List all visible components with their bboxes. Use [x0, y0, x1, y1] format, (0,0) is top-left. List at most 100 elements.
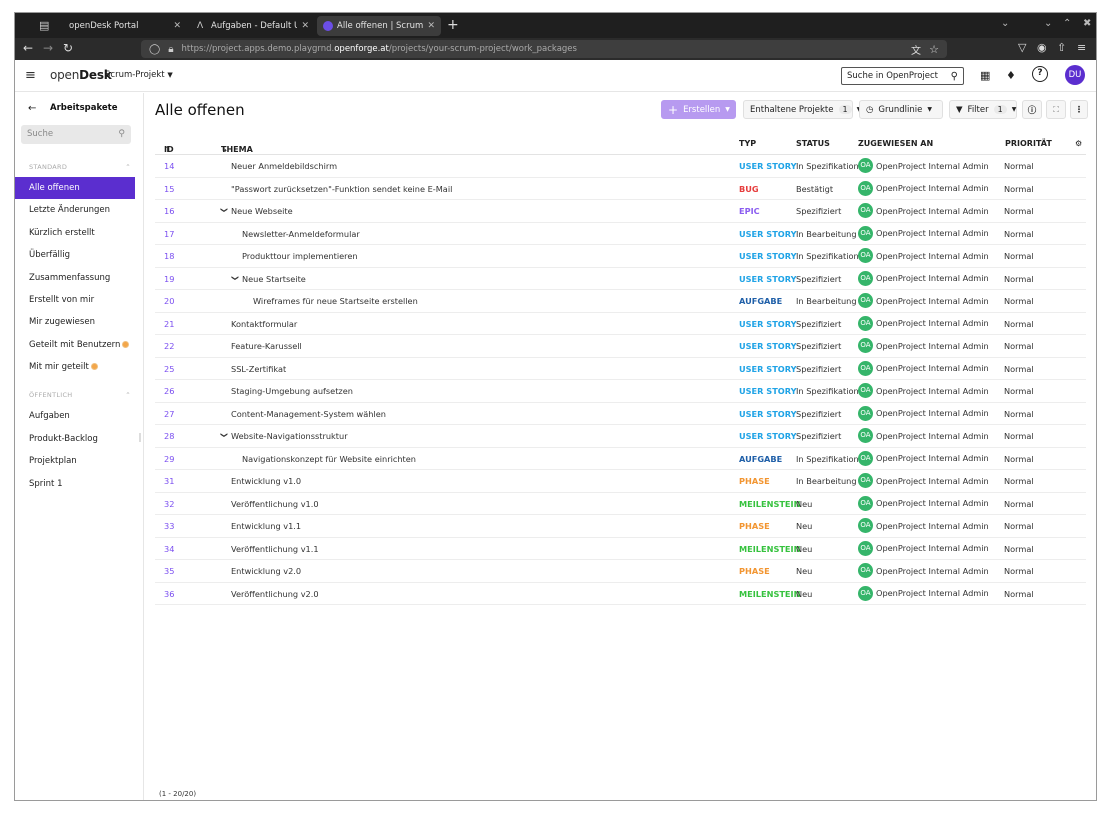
sidebar-item-projektplan[interactable]: Projektplan: [15, 450, 135, 472]
chevron-up-icon[interactable]: ⌃: [125, 391, 131, 399]
sidebar-item-ueberfaellig[interactable]: Überfällig: [15, 244, 135, 266]
filter-button[interactable]: ▼ Filter 1 ▼: [949, 100, 1017, 119]
reload-icon[interactable]: ↻: [63, 41, 73, 55]
work-package-subject[interactable]: Veröffentlichung v1.1: [231, 544, 319, 554]
work-package-subject[interactable]: Neue Webseite: [231, 206, 293, 216]
work-package-assignee[interactable]: OA OpenProject Internal Admin: [858, 405, 989, 421]
back-icon[interactable]: ←: [23, 41, 33, 55]
tab-list-icon[interactable]: ⌄: [1001, 18, 1009, 29]
work-package-subject[interactable]: Kontaktformular: [231, 319, 297, 329]
work-package-status[interactable]: In Bearbeitung: [796, 229, 857, 239]
more-options-button[interactable]: ⋮: [1070, 100, 1088, 119]
work-package-priority[interactable]: Normal: [1004, 521, 1034, 531]
work-package-subject[interactable]: Produkttour implementieren: [242, 251, 358, 261]
column-header-priority[interactable]: PRIORITÄT: [1005, 139, 1052, 148]
forward-icon[interactable]: →: [43, 41, 53, 55]
work-package-subject[interactable]: Newsletter-Anmeldeformular: [242, 229, 360, 239]
work-package-subject[interactable]: Navigationskonzept für Website einrichte…: [242, 454, 416, 464]
work-package-subject[interactable]: Website-Navigationsstruktur: [231, 431, 348, 441]
work-package-id-link[interactable]: 14: [164, 161, 174, 171]
sidebar-item-kuerzlich-erstellt[interactable]: Kürzlich erstellt: [15, 222, 135, 244]
work-package-priority[interactable]: Normal: [1004, 544, 1034, 554]
work-package-assignee[interactable]: OA OpenProject Internal Admin: [858, 450, 989, 466]
project-switcher[interactable]: Scrum-Projekt ▼: [105, 70, 173, 80]
work-package-subject[interactable]: Content-Management-System wählen: [231, 409, 386, 419]
table-row[interactable]: 18 Produkttour implementieren USER STORY In…: [155, 245, 1086, 268]
table-row[interactable]: 28 ❯ Website-Navigationsstruktur USER STORY…: [155, 425, 1086, 448]
work-package-assignee[interactable]: OA OpenProject Internal Admin: [858, 315, 989, 331]
work-package-priority[interactable]: Normal: [1004, 431, 1034, 441]
work-package-status[interactable]: Spezifiziert: [796, 409, 841, 419]
work-package-status[interactable]: In Spezifikation: [796, 251, 859, 261]
work-package-id-link[interactable]: 19: [164, 274, 174, 284]
tab-aufgaben[interactable]: Λ Aufgaben - Default User - ( ✕: [191, 16, 315, 36]
work-package-subject[interactable]: Veröffentlichung v1.0: [231, 499, 319, 509]
work-package-status[interactable]: In Spezifikation: [796, 161, 859, 171]
chevron-down-icon[interactable]: ❯: [220, 207, 228, 213]
work-package-status[interactable]: Spezifiziert: [796, 341, 841, 351]
sidebar-item-aufgaben[interactable]: Aufgaben: [15, 405, 135, 427]
work-package-priority[interactable]: Normal: [1004, 454, 1034, 464]
work-package-priority[interactable]: Normal: [1004, 274, 1034, 284]
work-package-assignee[interactable]: OA OpenProject Internal Admin: [858, 338, 989, 353]
chevron-up-icon[interactable]: ⌃: [125, 163, 131, 171]
app-grid-icon[interactable]: ▦: [980, 69, 990, 82]
sidebar-item-geteilt-mit-benutzern[interactable]: Geteilt mit Benutzern: [15, 334, 135, 356]
work-package-status[interactable]: Neu: [796, 544, 812, 554]
work-package-assignee[interactable]: OA OpenProject Internal Admin: [858, 158, 989, 173]
work-package-assignee[interactable]: OA OpenProject Internal Admin: [858, 225, 989, 241]
table-row[interactable]: 33 Entwicklung v1.1 PHASE Neu OA OpenProject …: [155, 515, 1086, 538]
work-package-assignee[interactable]: OA OpenProject Internal Admin: [858, 203, 989, 218]
table-row[interactable]: 22 Feature-Karussell USER STORY Spezifizier…: [155, 335, 1086, 358]
column-header-status[interactable]: STATUS: [796, 139, 830, 148]
work-package-priority[interactable]: Normal: [1004, 476, 1034, 486]
baseline-button[interactable]: ◷ Grundlinie ▼: [859, 100, 943, 119]
sidebar-item-mit-mir-geteilt[interactable]: Mit mir geteilt: [15, 356, 135, 378]
notification-bell-icon[interactable]: ♦: [1006, 69, 1016, 82]
work-package-assignee[interactable]: OA OpenProject Internal Admin: [858, 473, 989, 488]
work-package-assignee[interactable]: OA OpenProject Internal Admin: [858, 360, 989, 376]
table-row[interactable]: 36 Veröffentlichung v2.0 MEILENSTEIN Neu OA O…: [155, 583, 1086, 605]
work-package-id-link[interactable]: 32: [164, 499, 174, 509]
work-package-status[interactable]: In Spezifikation: [796, 454, 859, 464]
table-row[interactable]: 16 ❯ Neue Webseite EPIC Spezifiziert OA OpenPr…: [155, 200, 1086, 223]
close-window-icon[interactable]: ✖: [1083, 18, 1091, 29]
work-package-subject[interactable]: Staging-Umgebung aufsetzen: [231, 386, 353, 396]
work-package-id-link[interactable]: 34: [164, 544, 174, 554]
tab-opendesk-portal[interactable]: openDesk Portal ✕: [63, 16, 187, 36]
work-package-assignee[interactable]: OA OpenProject Internal Admin: [858, 270, 989, 286]
work-package-priority[interactable]: Normal: [1004, 341, 1034, 351]
chevron-down-icon[interactable]: ❯: [231, 275, 239, 281]
work-package-priority[interactable]: Normal: [1004, 499, 1034, 509]
work-package-id-link[interactable]: 17: [164, 229, 174, 239]
work-package-status[interactable]: Bestätigt: [796, 184, 833, 194]
work-package-id-link[interactable]: 21: [164, 319, 174, 329]
maximize-icon[interactable]: ⌃: [1063, 18, 1071, 29]
work-package-priority[interactable]: Normal: [1004, 161, 1034, 171]
work-package-assignee[interactable]: OA OpenProject Internal Admin: [858, 585, 989, 601]
user-avatar[interactable]: DU: [1065, 65, 1085, 85]
pocket-icon[interactable]: ▽: [1018, 41, 1026, 54]
work-package-id-link[interactable]: 26: [164, 386, 174, 396]
work-package-status[interactable]: In Spezifikation: [796, 386, 859, 396]
work-package-priority[interactable]: Normal: [1004, 319, 1034, 329]
table-row[interactable]: 29 Navigationskonzept für Website einrich…: [155, 448, 1086, 470]
work-package-status[interactable]: Neu: [796, 589, 812, 599]
work-package-id-link[interactable]: 35: [164, 566, 174, 576]
tab-overview-icon[interactable]: ▤: [39, 19, 53, 32]
bookmark-star-icon[interactable]: ☆: [929, 43, 939, 56]
work-package-id-link[interactable]: 36: [164, 589, 174, 599]
work-package-priority[interactable]: Normal: [1004, 229, 1034, 239]
sidebar-section-standard[interactable]: STANDARD ⌃: [29, 163, 131, 171]
table-row[interactable]: 25 SSL-Zertifikat USER STORY Spezifiziert OA…: [155, 358, 1086, 380]
included-projects-button[interactable]: Enthaltene Projekte 1 ▼: [743, 100, 861, 119]
back-arrow-icon[interactable]: ←: [28, 103, 36, 114]
fullscreen-button[interactable]: ⛶: [1046, 100, 1066, 119]
column-header-assignee[interactable]: ZUGEWIESEN AN: [858, 139, 933, 148]
global-search-input[interactable]: Suche in OpenProject ⚲: [841, 67, 964, 85]
extensions-icon[interactable]: ⇧: [1057, 41, 1066, 54]
work-package-subject[interactable]: Entwicklung v1.0: [231, 476, 301, 486]
work-package-assignee[interactable]: OA OpenProject Internal Admin: [858, 293, 989, 308]
sidebar-item-erstellt-von-mir[interactable]: Erstellt von mir: [15, 289, 135, 311]
hamburger-menu-icon[interactable]: ≡: [25, 68, 36, 83]
